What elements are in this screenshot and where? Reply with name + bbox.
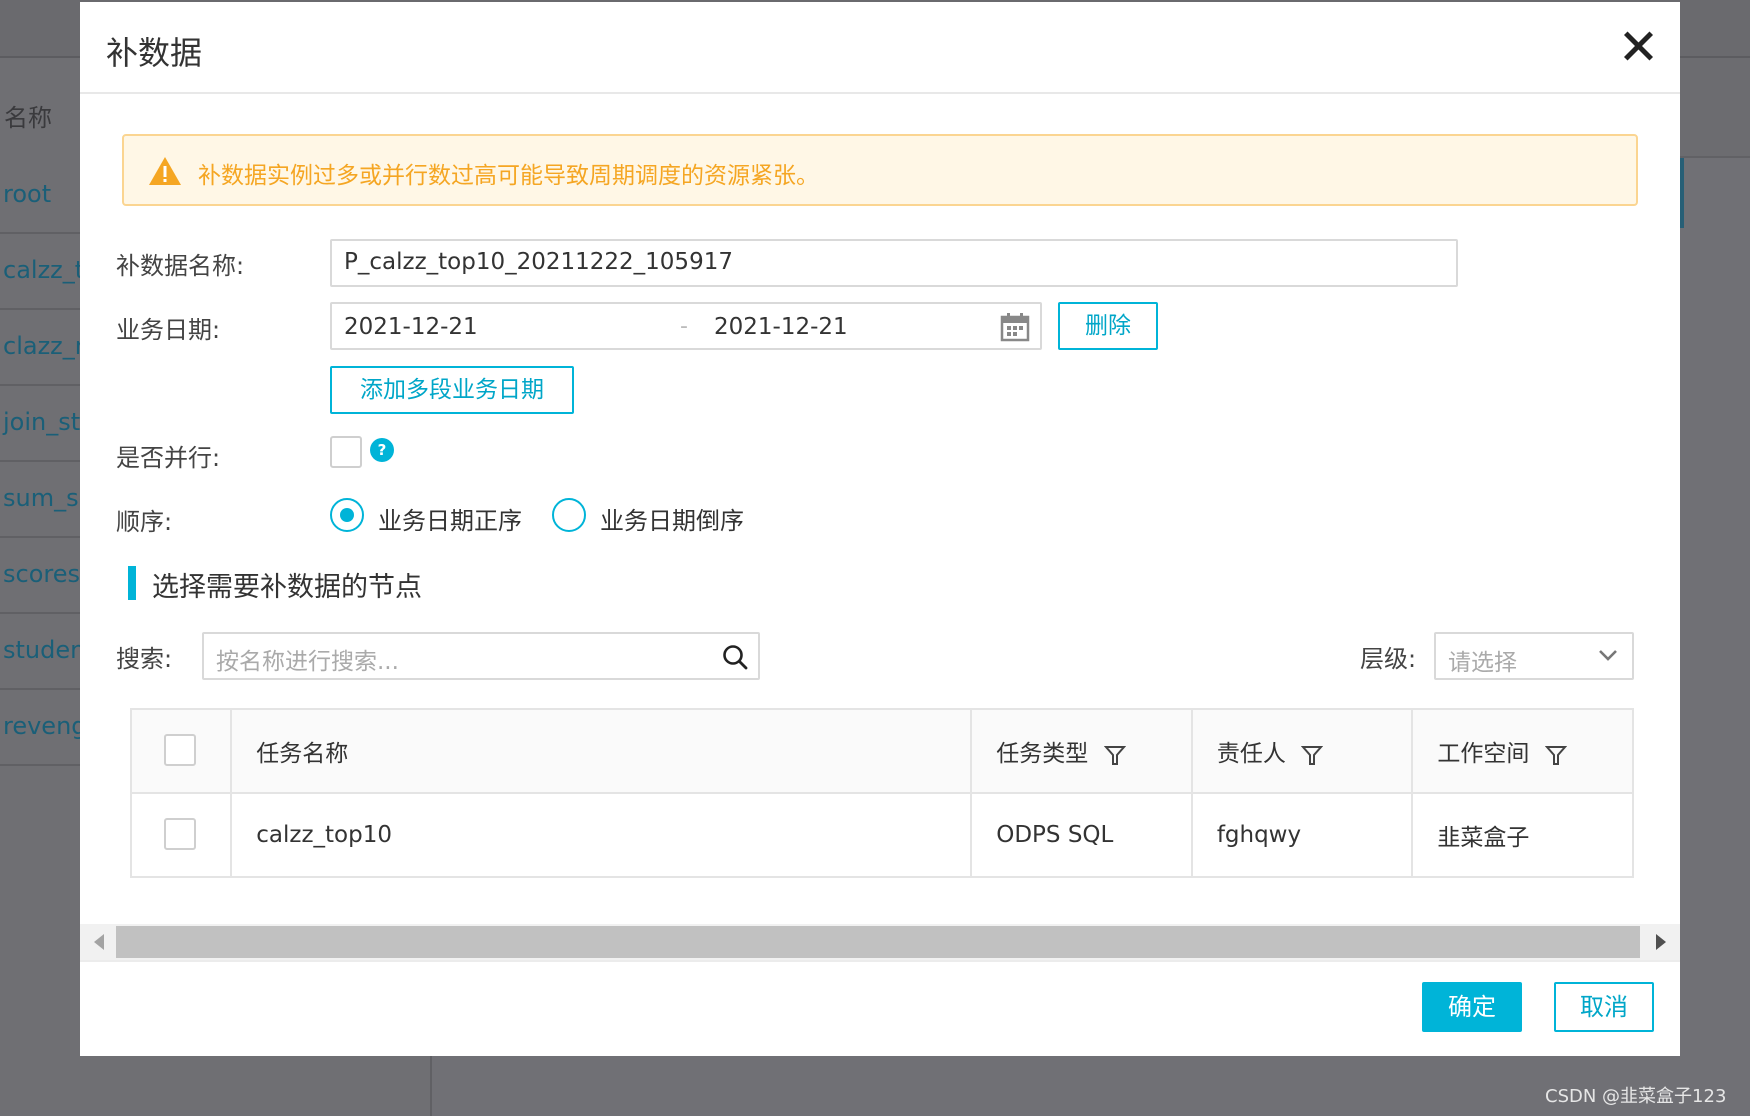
background-list-item: scores xyxy=(0,538,80,614)
date-end-value[interactable]: 2021-12-21 xyxy=(714,314,848,340)
filter-icon[interactable] xyxy=(1301,744,1324,766)
close-icon[interactable] xyxy=(1618,26,1658,66)
column-header-owner: 责任人 xyxy=(1190,708,1414,794)
footer-divider xyxy=(80,960,1680,962)
watermark: CSDN @韭菜盒子123 xyxy=(1545,1086,1727,1107)
table-header-row: 任务名称 任务类型 责任人 工作空间 xyxy=(129,708,1634,794)
scroll-right-icon[interactable] xyxy=(1656,934,1666,950)
order-label: 顺序: xyxy=(116,508,173,536)
background-list: root calzz_t clazz_r join_stu sum_sc sco… xyxy=(0,158,80,766)
column-header-task-type: 任务类型 xyxy=(970,708,1193,794)
background-list-item: calzz_t xyxy=(0,234,80,310)
warning-alert: 补数据实例过多或并行数过高可能导致周期调度的资源紧张。 xyxy=(122,134,1638,206)
chevron-down-icon xyxy=(1599,650,1617,661)
column-label: 工作空间 xyxy=(1437,741,1530,767)
owner-cell: fghqwy xyxy=(1190,792,1414,878)
business-date-range-picker[interactable]: 2021-12-21 - 2021-12-21 xyxy=(330,302,1042,350)
background-list-item: student xyxy=(0,614,80,690)
workspace-cell: 韭菜盒子 xyxy=(1411,792,1634,878)
background-accent-strip xyxy=(1680,158,1684,228)
section-accent-bar xyxy=(128,566,136,600)
parallel-checkbox[interactable] xyxy=(330,436,362,468)
order-asc-radio[interactable] xyxy=(330,498,364,532)
warning-icon xyxy=(149,157,181,185)
calendar-icon[interactable] xyxy=(1000,312,1030,342)
filter-icon[interactable] xyxy=(1103,744,1126,766)
select-all-checkbox[interactable] xyxy=(164,734,196,766)
date-start-value[interactable]: 2021-12-21 xyxy=(344,314,478,340)
search-input[interactable]: 按名称进行搜索... xyxy=(202,632,760,680)
row-select-cell xyxy=(129,792,233,878)
order-desc-radio[interactable] xyxy=(552,498,586,532)
order-asc-label[interactable]: 业务日期正序 xyxy=(378,501,522,536)
backfill-dialog: 补数据 补数据实例过多或并行数过高可能导致周期调度的资源紧张。 补数据名称: P… xyxy=(80,2,1680,1056)
background-list-item: clazz_r xyxy=(0,310,80,386)
table-row: calzz_top10 ODPS SQL fghqwy 韭菜盒子 xyxy=(129,792,1634,878)
level-select[interactable]: 请选择 xyxy=(1434,632,1634,680)
horizontal-scrollbar[interactable] xyxy=(80,924,1680,960)
node-section-title: 选择需要补数据的节点 xyxy=(152,572,422,603)
warning-text: 补数据实例过多或并行数过高可能导致周期调度的资源紧张。 xyxy=(198,163,819,189)
background-list-item: sum_sc xyxy=(0,462,80,538)
parallel-label: 是否并行: xyxy=(116,444,221,472)
dialog-header: 补数据 xyxy=(80,2,1680,94)
confirm-button[interactable]: 确定 xyxy=(1422,982,1522,1032)
business-date-label: 业务日期: xyxy=(116,316,221,344)
delete-date-button[interactable]: 删除 xyxy=(1058,302,1158,350)
level-label: 层级: xyxy=(1360,645,1417,673)
order-desc-label[interactable]: 业务日期倒序 xyxy=(600,501,744,536)
background-list-item: root xyxy=(0,158,80,234)
add-date-range-button[interactable]: 添加多段业务日期 xyxy=(330,366,574,414)
dialog-title: 补数据 xyxy=(106,34,203,72)
scrollbar-thumb[interactable] xyxy=(116,926,1640,958)
backfill-name-label: 补数据名称: xyxy=(116,252,245,280)
background-list-item: join_stu xyxy=(0,386,80,462)
search-label: 搜索: xyxy=(116,645,173,673)
column-label: 责任人 xyxy=(1216,741,1286,767)
backfill-name-input[interactable]: P_calzz_top10_20211222_105917 xyxy=(330,239,1458,287)
column-label: 任务名称 xyxy=(256,741,349,767)
column-header-task-name: 任务名称 xyxy=(230,708,973,794)
task-type-cell: ODPS SQL xyxy=(970,792,1193,878)
scroll-left-icon[interactable] xyxy=(94,934,104,950)
select-all-cell xyxy=(129,708,233,794)
background-list-item: revenge xyxy=(0,690,80,766)
search-icon[interactable] xyxy=(722,644,748,670)
date-separator: - xyxy=(680,314,688,339)
background-list-header: 名称 xyxy=(4,104,52,132)
cancel-button[interactable]: 取消 xyxy=(1554,982,1654,1032)
column-label: 任务类型 xyxy=(996,741,1089,767)
row-checkbox[interactable] xyxy=(164,818,196,850)
filter-icon[interactable] xyxy=(1544,744,1567,766)
task-name-cell: calzz_top10 xyxy=(230,792,973,878)
help-icon[interactable]: ? xyxy=(370,438,394,462)
node-table: 任务名称 任务类型 责任人 工作空间 calzz_top10 ODPS SQL … xyxy=(129,708,1634,878)
level-select-placeholder: 请选择 xyxy=(1448,650,1517,676)
column-header-workspace: 工作空间 xyxy=(1411,708,1634,794)
